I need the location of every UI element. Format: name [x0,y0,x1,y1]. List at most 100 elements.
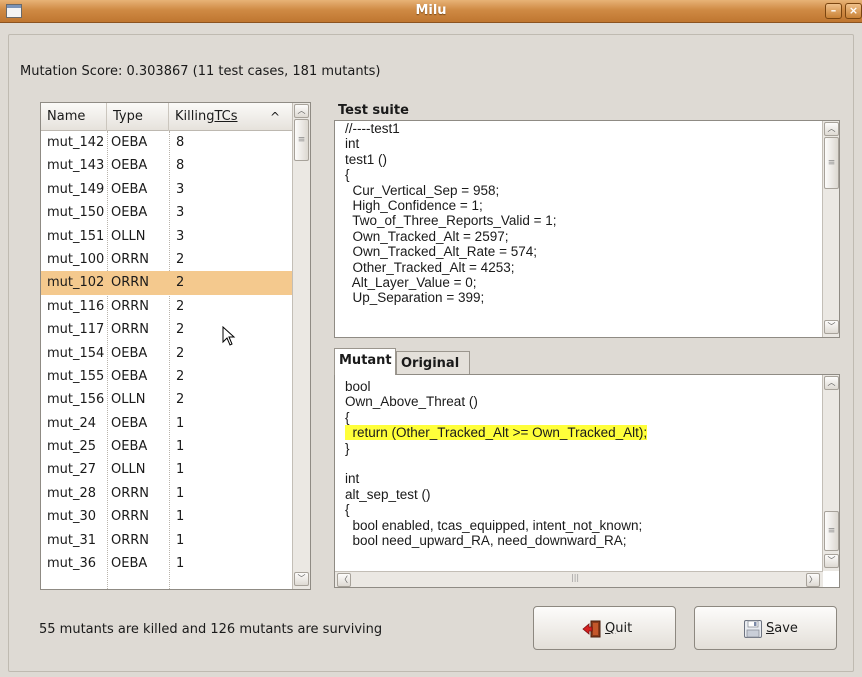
table-row[interactable]: mut_143 OEBA 8 [41,154,292,177]
table-row[interactable]: mut_31 ORRN 1 [41,529,292,552]
mouse-pointer-icon [222,326,236,346]
tab-original[interactable]: Original [396,351,470,376]
save-floppy-icon [744,620,762,638]
cell-name: mut_31 [47,532,97,548]
table-row[interactable]: mut_149 OEBA 3 [41,178,292,201]
cell-killing-tcs: 2 [176,275,185,291]
mutant-list[interactable]: Name Type KillingTCs ^ mut_142 OEBA 8 mut_1… [40,102,311,590]
tab-mutant[interactable]: Mutant [334,348,396,375]
scrollbar-thumb[interactable] [294,119,309,161]
scrollbar-thumb[interactable] [824,511,839,551]
column-header-tcs-label: TCs [214,109,238,124]
code-line: bool enabled, tcas_equipped, intent_not_… [345,517,643,533]
code-line: High_Confidence = 1; [345,197,483,213]
cell-killing-tcs: 2 [176,251,185,267]
table-row[interactable]: mut_30 ORRN 1 [41,505,292,528]
cell-name: mut_24 [47,415,97,431]
table-row[interactable]: mut_102 ORRN 2 [41,271,292,295]
cell-type: OEBA [111,205,148,221]
scroll-down-icon[interactable]: ﹀ [824,554,839,568]
code-line: test1 () [345,151,388,167]
status-text: 55 mutants are killed and 126 mutants ar… [39,622,383,637]
mutant-list-scrollbar[interactable]: ︿ ﹀ [292,103,310,589]
list-header: Name Type KillingTCs ^ [41,103,292,131]
cell-name: mut_116 [47,298,105,314]
cell-name: mut_28 [47,485,97,501]
table-row[interactable]: mut_28 ORRN 1 [41,482,292,505]
cell-killing-tcs: 1 [176,439,185,455]
scroll-down-icon[interactable]: ﹀ [824,320,839,334]
cell-type: OEBA [111,345,148,361]
code-line: { [345,167,350,183]
test-suite-scrollbar[interactable]: ︿ ﹀ [822,121,839,337]
table-row[interactable]: mut_155 OEBA 2 [41,365,292,388]
scroll-left-icon[interactable]: 〈 [337,573,351,587]
mutant-code-vscrollbar[interactable]: ︿ ﹀ [822,375,839,571]
table-row[interactable]: mut_24 OEBA 1 [41,412,292,435]
cell-name: mut_149 [47,181,105,197]
code-line: bool need_upward_RA, need_downward_RA; [345,532,627,548]
cell-name: mut_142 [47,135,105,150]
table-row[interactable]: mut_151 OLLN 3 [41,225,292,248]
cell-type: OEBA [111,556,148,572]
scrollbar-thumb[interactable]: ||| [571,573,579,582]
cell-name: mut_151 [47,228,105,244]
cell-killing-tcs: 1 [176,532,185,548]
cell-type: ORRN [111,485,150,501]
column-header-name[interactable]: Name [41,103,107,131]
cell-name: mut_100 [47,251,105,267]
table-row[interactable]: mut_36 OEBA 1 [41,552,292,575]
table-row[interactable]: mut_117 ORRN 2 [41,318,292,341]
code-line: Own_Tracked_Alt_Rate = 574; [345,244,537,260]
test-suite-view[interactable]: //----test1 int test1 (){ Cur_Vertical_Sep… [334,120,840,338]
code-line: } [345,440,350,456]
cell-type: OEBA [111,135,148,150]
cell-killing-tcs: 2 [176,345,185,361]
cell-killing-tcs: 2 [176,298,185,314]
table-row[interactable]: mut_25 OEBA 1 [41,435,292,458]
mutant-code-view[interactable]: bool Own_Above_Threat (){ return (Other_T… [334,374,840,588]
cell-killing-tcs: 2 [176,322,185,338]
scroll-down-icon[interactable]: ﹀ [294,572,309,586]
column-header-killing-tcs[interactable]: KillingTCs ^ [169,103,292,131]
table-row[interactable]: mut_150 OEBA 3 [41,201,292,224]
cell-name: mut_117 [47,322,105,338]
column-header-type[interactable]: Type [107,103,169,131]
minimize-icon[interactable]: – [825,3,842,19]
code-line: return (Other_Tracked_Alt >= Own_Tracked… [345,425,648,441]
quit-button[interactable]: Quit [533,606,676,650]
scroll-up-icon[interactable]: ︿ [294,104,309,118]
cell-killing-tcs: 1 [176,415,185,431]
cell-name: mut_30 [47,509,97,525]
cell-killing-tcs: 1 [176,509,185,525]
save-button[interactable]: Save [694,606,837,650]
close-icon[interactable]: × [845,3,862,19]
code-line: Own_Tracked_Alt = 2597; [345,228,509,244]
quit-button-label: Quit [605,621,633,636]
table-row[interactable]: mut_142 OEBA 8 [41,131,292,154]
scrollbar-thumb[interactable] [824,137,839,189]
scroll-right-icon[interactable]: 〉 [806,573,820,587]
scroll-up-icon[interactable]: ︿ [824,376,839,390]
table-row[interactable]: mut_154 OEBA 2 [41,342,292,365]
code-line: int [345,471,360,487]
code-line: { [345,502,350,518]
cell-type: ORRN [111,532,150,548]
cell-killing-tcs: 8 [176,158,185,174]
table-row[interactable]: mut_116 ORRN 2 [41,295,292,318]
cell-killing-tcs: 8 [176,135,185,150]
scroll-up-icon[interactable]: ︿ [824,122,839,136]
cell-name: mut_102 [47,275,105,291]
test-suite-code: //----test1 int test1 (){ Cur_Vertical_Sep… [345,121,557,306]
code-line: bool [345,379,371,394]
code-line: alt_sep_test () [345,486,431,502]
cell-name: mut_143 [47,158,105,174]
table-row[interactable]: mut_156 OLLN 2 [41,388,292,411]
table-row[interactable]: mut_100 ORRN 2 [41,248,292,271]
mutant-code-hscrollbar[interactable]: 〈 ||| 〉 [335,571,823,587]
table-row[interactable]: mut_27 OLLN 1 [41,458,292,481]
mutation-score-label: Mutation Score: 0.303867 (11 test cases,… [20,64,381,79]
code-line: Other_Tracked_Alt = 4253; [345,259,515,275]
mutant-rows: mut_142 OEBA 8 mut_143 OEBA 8 mut_149 OEBA 3 mut_… [41,131,292,575]
